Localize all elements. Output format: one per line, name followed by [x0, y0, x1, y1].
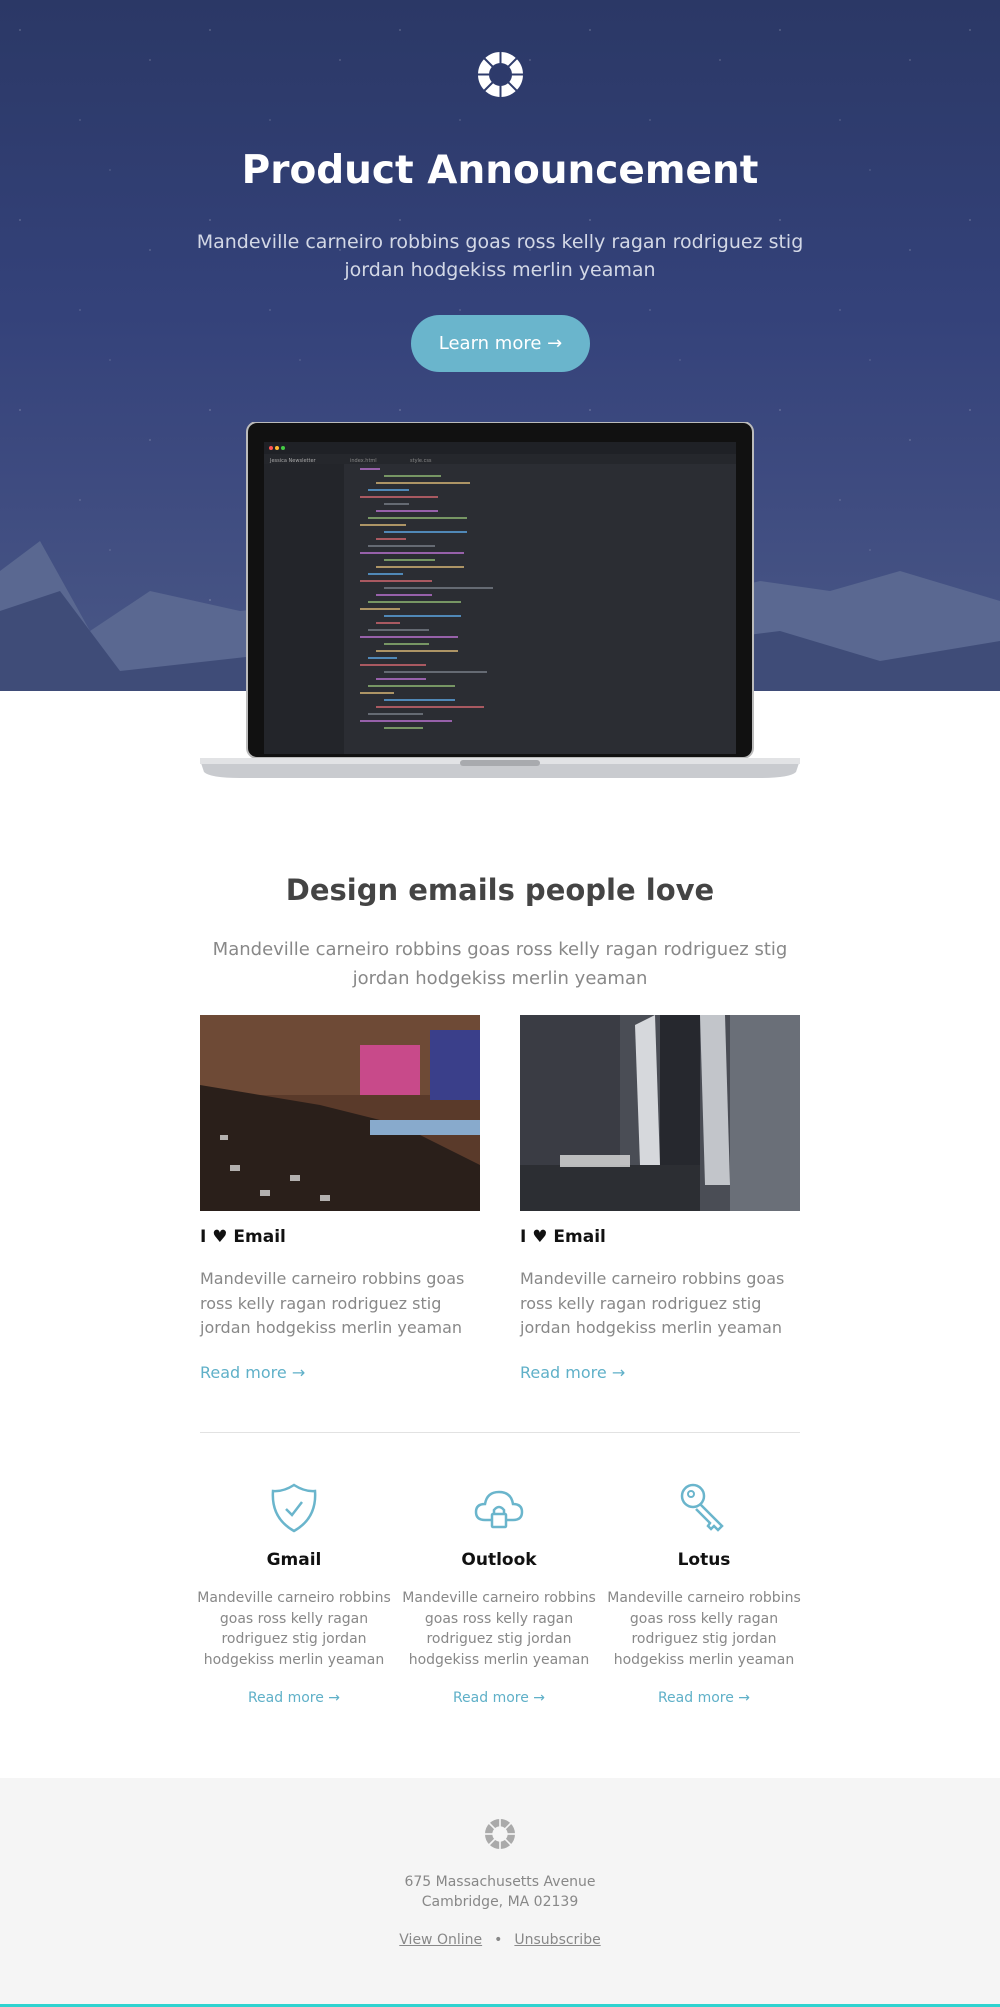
- card: I ♥ Email Mandeville carneiro robbins go…: [200, 1015, 480, 1382]
- address-line: 675 Massachusetts Avenue: [404, 1874, 596, 1890]
- read-more-link[interactable]: Read more →: [194, 1690, 394, 1706]
- hero-subtitle: Mandeville carneiro robbins goas ross ke…: [196, 231, 804, 281]
- code-line: [368, 517, 467, 519]
- address: 675 Massachusetts Avenue Cambridge, MA 0…: [0, 1872, 1000, 1912]
- computer-workstation-photo: [520, 1015, 800, 1211]
- code-line: [360, 636, 458, 638]
- code-line: [384, 531, 467, 533]
- code-line: [376, 482, 470, 484]
- section-text: Mandeville carneiro robbins goas ross ke…: [212, 939, 788, 989]
- code-line: [376, 538, 406, 540]
- feature-title: Gmail: [266, 1550, 322, 1570]
- read-more-link[interactable]: Read more →: [399, 1690, 599, 1706]
- card-title: I ♥ Email: [200, 1227, 286, 1247]
- code-line: [360, 496, 438, 498]
- code-line: [368, 573, 403, 575]
- learn-more-button[interactable]: Learn more →: [411, 315, 590, 372]
- code-line: [384, 643, 429, 645]
- code-line: [360, 552, 464, 554]
- read-more-link[interactable]: Read more →: [604, 1690, 804, 1706]
- code-line: [368, 489, 409, 491]
- cloud-lock-icon: [474, 1490, 524, 1529]
- feature-title: Outlook: [461, 1550, 537, 1570]
- feature-title: Lotus: [677, 1550, 731, 1570]
- code-line: [368, 713, 423, 715]
- editor-tab: Jessica Newsletter: [269, 458, 317, 464]
- feature-gmail: Gmail Mandeville carneiro robbins goas r…: [194, 1482, 394, 1706]
- separator: •: [494, 1932, 503, 1948]
- code-line: [368, 629, 429, 631]
- shield-check-icon: [271, 1483, 317, 1533]
- hero-title: Product Announcement: [241, 148, 759, 193]
- code-line: [384, 615, 461, 617]
- read-more-link[interactable]: Read more →: [520, 1363, 800, 1382]
- section-title: Design emails people love: [285, 873, 715, 907]
- code-line: [360, 580, 432, 582]
- address-line: Cambridge, MA 02139: [421, 1894, 579, 1910]
- code-line: [376, 622, 400, 624]
- card-title: I ♥ Email: [520, 1227, 606, 1247]
- code-line: [360, 524, 406, 526]
- code-line: [384, 727, 423, 729]
- feature-text: Mandeville carneiro robbins goas ross ke…: [197, 1590, 391, 1668]
- code-line: [360, 468, 380, 470]
- code-line: [360, 692, 394, 694]
- read-more-link[interactable]: Read more →: [200, 1363, 480, 1382]
- code-line: [384, 699, 455, 701]
- code-line: [376, 678, 426, 680]
- feature-lotus: Lotus Mandeville carneiro robbins goas r…: [604, 1482, 804, 1706]
- code-line: [384, 559, 435, 561]
- wheel-logo-icon: [478, 52, 523, 97]
- unsubscribe-link[interactable]: Unsubscribe: [514, 1932, 600, 1948]
- conference-photo: [200, 1015, 480, 1211]
- feature-outlook: Outlook Mandeville carneiro robbins goas…: [399, 1482, 599, 1706]
- code-line: [360, 608, 400, 610]
- code-line: [384, 503, 409, 505]
- code-line: [368, 657, 397, 659]
- code-line: [376, 650, 458, 652]
- feature-text: Mandeville carneiro robbins goas ross ke…: [607, 1590, 801, 1668]
- code-line: [368, 601, 461, 603]
- view-online-link[interactable]: View Online: [399, 1932, 482, 1948]
- footer: 675 Massachusetts Avenue Cambridge, MA 0…: [0, 1778, 1000, 2007]
- code-line: [368, 685, 455, 687]
- code-line: [384, 475, 441, 477]
- divider: [200, 1432, 800, 1433]
- code-line: [360, 664, 426, 666]
- feature-text: Mandeville carneiro robbins goas ross ke…: [402, 1590, 596, 1668]
- editor-tab: style.css: [410, 458, 432, 464]
- code-line: [384, 671, 487, 673]
- laptop-image: Jessica Newsletter index.html style.css: [200, 422, 800, 778]
- code-line: [384, 587, 493, 589]
- card-text: Mandeville carneiro robbins goas ross ke…: [520, 1269, 785, 1337]
- footer-links: View Online • Unsubscribe: [0, 1932, 1000, 1948]
- code-line: [376, 566, 464, 568]
- code-line: [360, 720, 452, 722]
- card: I ♥ Email Mandeville carneiro robbins go…: [520, 1015, 800, 1382]
- code-line: [376, 594, 432, 596]
- key-icon: [680, 1483, 724, 1532]
- code-line: [376, 510, 438, 512]
- editor-tab: index.html: [350, 458, 377, 464]
- code-line: [376, 706, 484, 708]
- code-line: [368, 545, 435, 547]
- card-text: Mandeville carneiro robbins goas ross ke…: [200, 1269, 465, 1337]
- wheel-logo-icon: [485, 1819, 515, 1849]
